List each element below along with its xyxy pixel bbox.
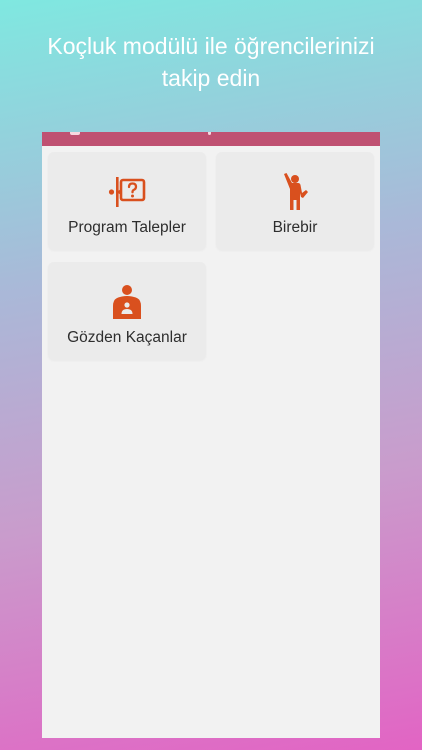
person-raising-hand-icon xyxy=(216,172,374,212)
phone-screen: Program Talepler Birebir Gözden Kaçanlar xyxy=(42,132,380,738)
menu-tile-label: Birebir xyxy=(272,219,318,236)
screenshot-canvas: { "promo": { "line1": "Koçluk modülü ile… xyxy=(0,0,422,750)
menu-tile-program-talepler[interactable]: Program Talepler xyxy=(48,152,206,250)
app-bar xyxy=(42,132,380,146)
person-badge-icon xyxy=(48,282,206,322)
menu-tile-gozden-kacanlar[interactable]: Gözden Kaçanlar xyxy=(48,262,206,360)
presenter-question-icon xyxy=(48,172,206,212)
menu-tile-label: Program Talepler xyxy=(68,219,186,236)
menu-tile-label: Gözden Kaçanlar xyxy=(67,329,187,346)
promo-line-2: takip edin xyxy=(161,65,261,91)
app-bar-cropped-glyph xyxy=(70,132,80,135)
menu-tile-birebir[interactable]: Birebir xyxy=(216,152,374,250)
app-bar-cropped-glyph xyxy=(208,132,211,135)
promo-heading: Koçluk modülü ile öğrencilerinizi takip … xyxy=(0,30,422,94)
promo-line-1: Koçluk modülü ile öğrencilerinizi xyxy=(47,33,375,59)
